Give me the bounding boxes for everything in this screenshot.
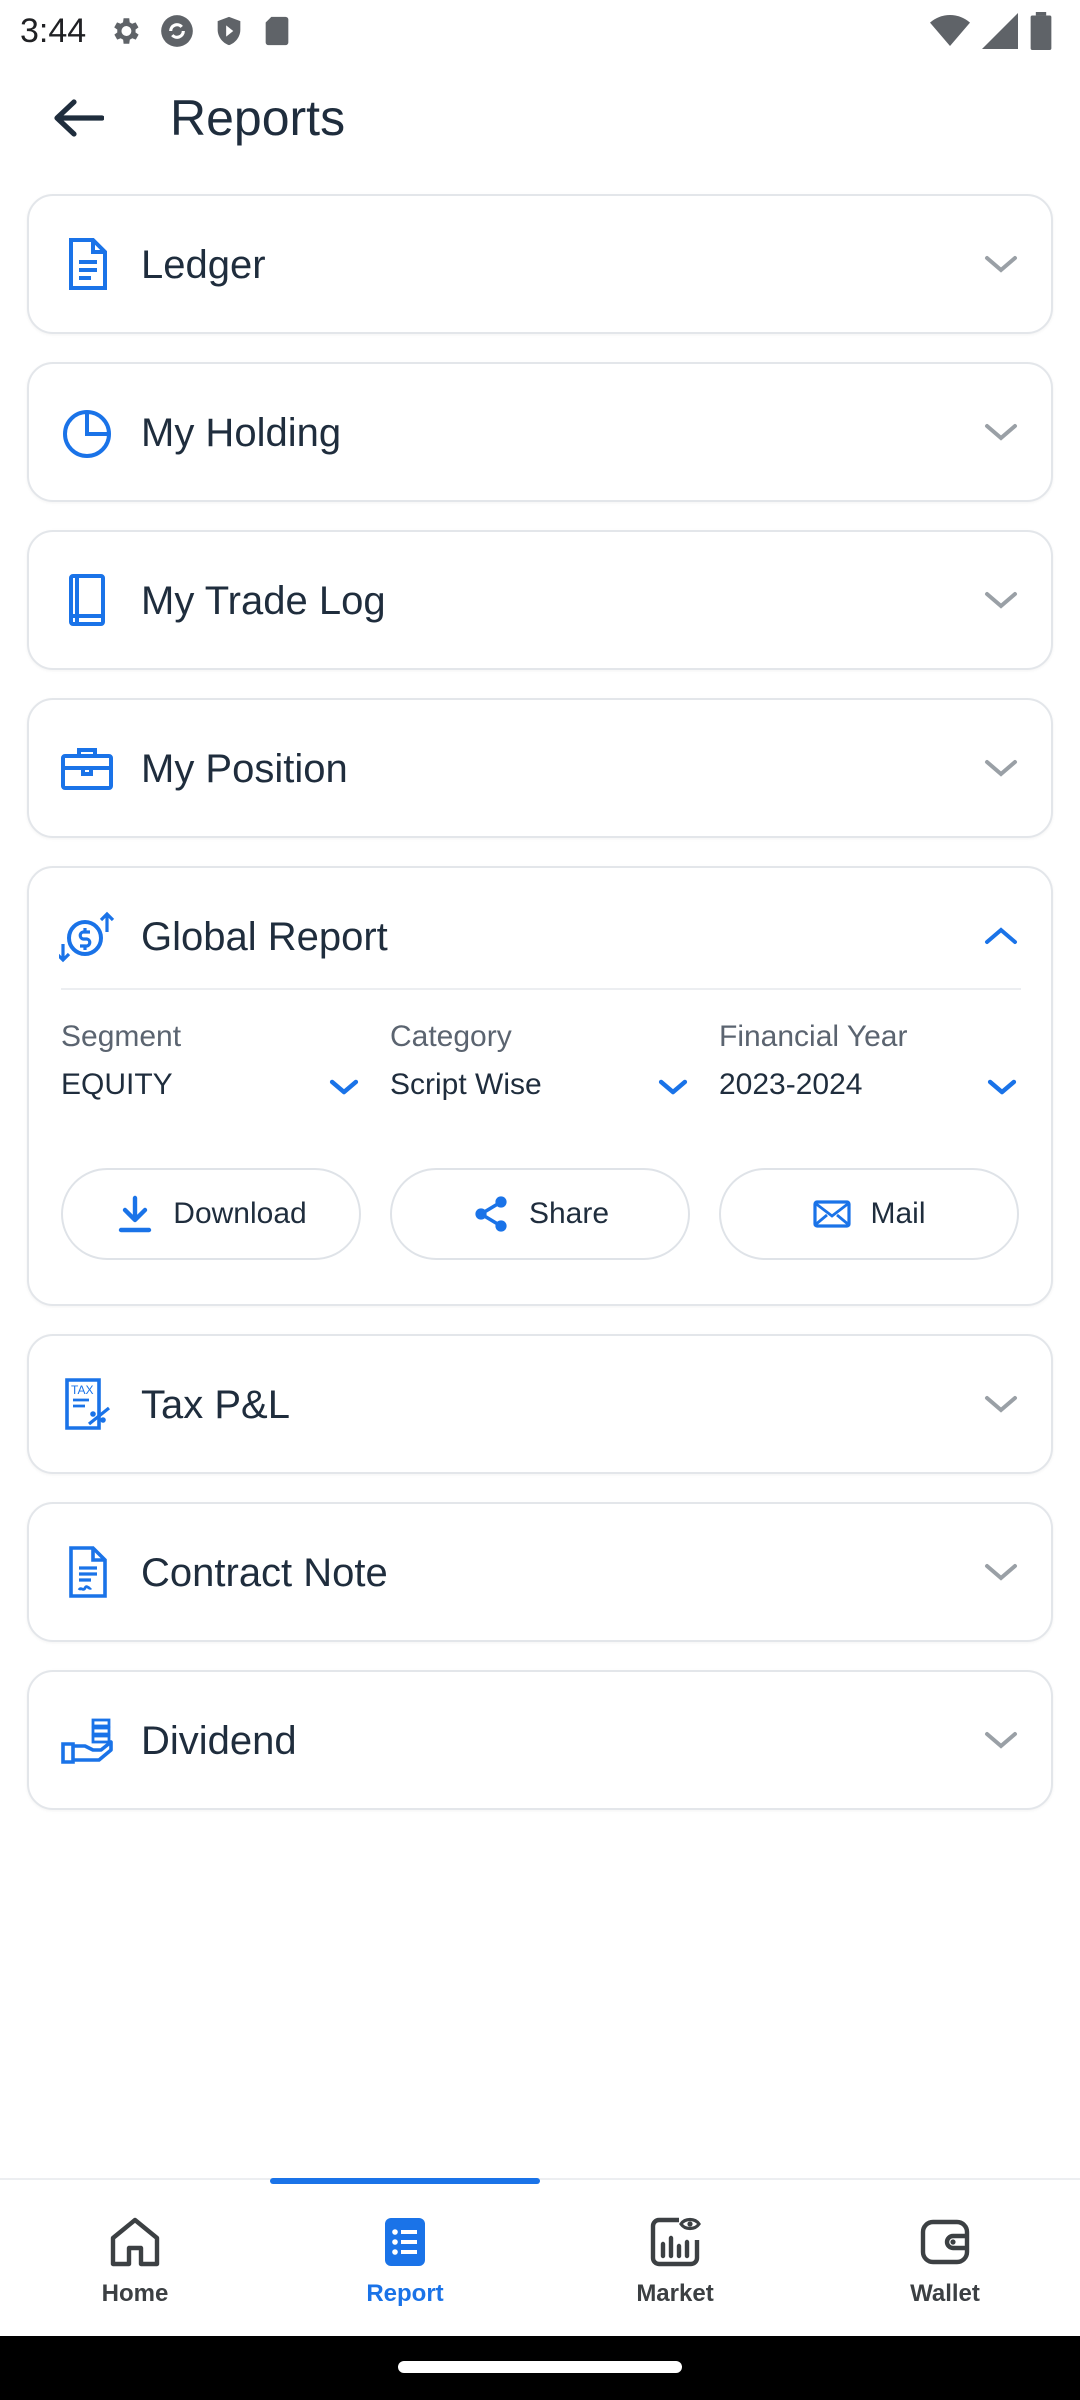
home-icon <box>110 2217 160 2267</box>
card-title-my-holding: My Holding <box>141 411 342 455</box>
nav-label: Wallet <box>910 2280 980 2307</box>
status-bar: 3:44 <box>0 0 1080 62</box>
signal-icon <box>982 13 1018 49</box>
page-title: Reports <box>170 90 346 146</box>
chevron-down-icon[interactable] <box>981 1720 1021 1760</box>
category-select[interactable]: Category Script Wise <box>390 1018 690 1104</box>
nav-item-market[interactable]: Market <box>540 2180 810 2338</box>
my-trade-log-card[interactable]: My Trade Log <box>27 530 1053 670</box>
report-icon <box>385 2218 425 2266</box>
system-nav-bar <box>0 2336 1080 2400</box>
mail-label: Mail <box>870 1197 926 1230</box>
settings-icon <box>114 18 139 44</box>
market-icon <box>650 2217 701 2267</box>
sd-card-icon <box>265 16 289 46</box>
card-title-tax-pnl: Tax P&L <box>141 1383 290 1427</box>
nav-item-home[interactable]: Home <box>0 2180 270 2338</box>
filter-value: 2023-2024 <box>719 1068 863 1101</box>
home-gesture-handle[interactable] <box>398 2361 682 2373</box>
segment-select[interactable]: Segment EQUITY <box>61 1018 361 1104</box>
filter-label: Segment <box>61 1020 182 1053</box>
global-report-card: Global Report Segment EQUITY Category Sc… <box>27 866 1053 1306</box>
chevron-down-icon <box>658 1079 688 1095</box>
bottom-nav: Home Report Market Wallet <box>0 2178 1080 2336</box>
signed-document-icon <box>69 1546 107 1598</box>
my-position-card[interactable]: My Position <box>27 698 1053 838</box>
my-holding-card[interactable]: My Holding <box>27 362 1053 502</box>
card-title-my-position: My Position <box>141 747 348 791</box>
back-button[interactable] <box>40 86 116 150</box>
book-icon <box>69 574 105 626</box>
card-title-dividend: Dividend <box>141 1719 297 1763</box>
download-label: Download <box>173 1197 307 1230</box>
filter-label: Category <box>390 1020 512 1053</box>
nav-item-wallet[interactable]: Wallet <box>810 2180 1080 2338</box>
wifi-icon <box>930 15 970 46</box>
status-time: 3:44 <box>20 11 87 50</box>
share-icon <box>475 1196 507 1232</box>
mail-icon <box>813 1200 852 1228</box>
chevron-down-icon[interactable] <box>981 1552 1021 1592</box>
chevron-up-icon[interactable] <box>981 916 1021 956</box>
chevron-down-icon[interactable] <box>981 748 1021 788</box>
arrow-left-icon <box>54 99 104 137</box>
chevron-down-icon <box>987 1079 1017 1095</box>
svg-text:TAX: TAX <box>71 1383 93 1397</box>
nav-label: Home <box>101 2280 169 2307</box>
tax-pnl-card[interactable]: TAX Tax P&L <box>27 1334 1053 1474</box>
dividend-card[interactable]: Dividend <box>27 1670 1053 1810</box>
download-button[interactable]: Download <box>61 1168 361 1260</box>
filter-value: EQUITY <box>61 1068 173 1101</box>
money-growth-icon <box>59 911 115 963</box>
card-title-ledger: Ledger <box>141 243 266 287</box>
nav-label: Market <box>636 2280 714 2307</box>
card-title-contract-note: Contract Note <box>141 1551 388 1595</box>
pie-chart-icon <box>63 410 111 458</box>
download-icon <box>119 1195 152 1233</box>
filter-value: Script Wise <box>390 1068 542 1101</box>
global-report-header[interactable]: Global Report <box>29 868 1051 1004</box>
shield-icon <box>217 16 241 46</box>
battery-icon <box>1030 12 1052 50</box>
share-label: Share <box>528 1197 610 1230</box>
status-icons-right <box>930 12 1052 50</box>
share-button[interactable]: Share <box>390 1168 690 1260</box>
chevron-down-icon[interactable] <box>981 1384 1021 1424</box>
contract-note-card[interactable]: Contract Note <box>27 1502 1053 1642</box>
document-icon <box>69 238 107 290</box>
chevron-down-icon[interactable] <box>981 244 1021 284</box>
filter-label: Financial Year <box>719 1020 908 1053</box>
ledger-card[interactable]: Ledger <box>27 194 1053 334</box>
chevron-down-icon <box>329 1079 359 1095</box>
card-title-global-report: Global Report <box>141 915 388 959</box>
chevron-down-icon[interactable] <box>981 580 1021 620</box>
hand-coins-icon <box>61 1718 113 1764</box>
chevron-down-icon[interactable] <box>981 412 1021 452</box>
sync-icon <box>161 15 194 47</box>
nav-label: Report <box>366 2280 444 2307</box>
tax-icon: TAX <box>65 1378 110 1430</box>
mail-button[interactable]: Mail <box>719 1168 1019 1260</box>
app-header: Reports <box>0 62 1080 172</box>
financial-year-select[interactable]: Financial Year 2023-2024 <box>719 1018 1019 1104</box>
card-title-my-trade-log: My Trade Log <box>141 579 386 623</box>
briefcase-icon <box>61 748 113 790</box>
status-icons-left <box>108 12 292 50</box>
wallet-icon <box>920 2219 970 2265</box>
nav-item-report[interactable]: Report <box>270 2180 540 2338</box>
divider <box>61 988 1021 990</box>
